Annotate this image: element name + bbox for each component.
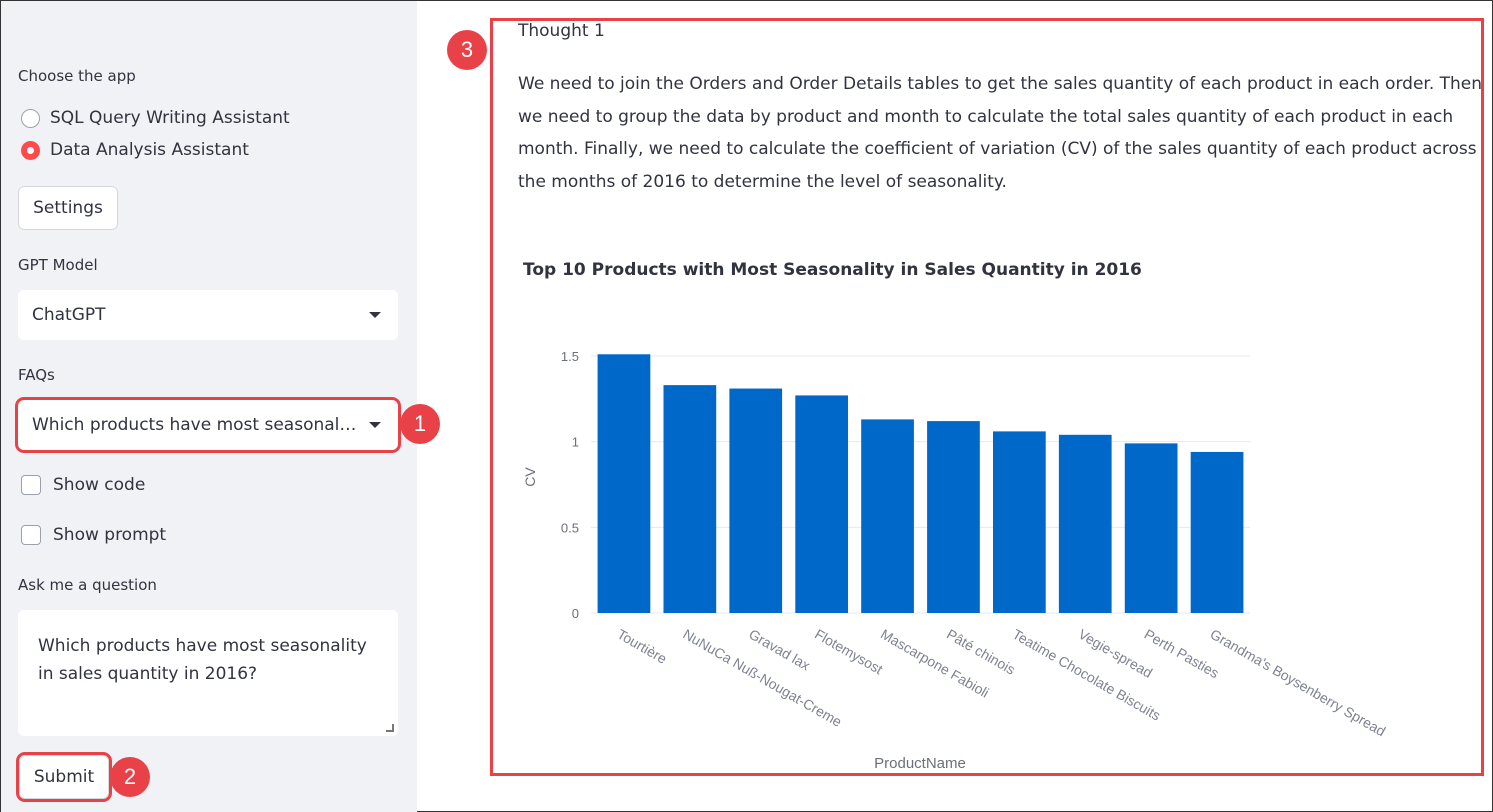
y-axis-label: CV (522, 467, 538, 487)
x-tick-label: Mascarpone Fabioli (878, 626, 992, 701)
bar[interactable] (927, 421, 980, 613)
y-tick-label: 1.5 (561, 349, 579, 364)
bar[interactable] (1190, 451, 1244, 613)
bar[interactable] (663, 385, 717, 613)
x-tick-label: Grandma's Boysenberry Spread (1208, 626, 1389, 740)
x-axis-label: ProductName (874, 755, 966, 772)
bar[interactable] (597, 354, 651, 613)
x-tick-label: Flotemysost (812, 626, 885, 678)
bar[interactable] (795, 395, 849, 613)
bar[interactable] (1124, 443, 1178, 613)
y-tick-label: 0.5 (561, 520, 579, 535)
bar[interactable] (992, 431, 1046, 613)
bar[interactable] (861, 419, 914, 613)
bar[interactable] (729, 388, 783, 613)
y-tick-label: 0 (572, 606, 579, 621)
bar[interactable] (1058, 434, 1112, 613)
x-tick-label: Tourtière (614, 626, 669, 667)
bar-chart: 00.511.5 Tourtière NuNuCa Nuß-Nougat-Crem… (522, 349, 1389, 772)
y-tick-label: 1 (572, 435, 579, 450)
